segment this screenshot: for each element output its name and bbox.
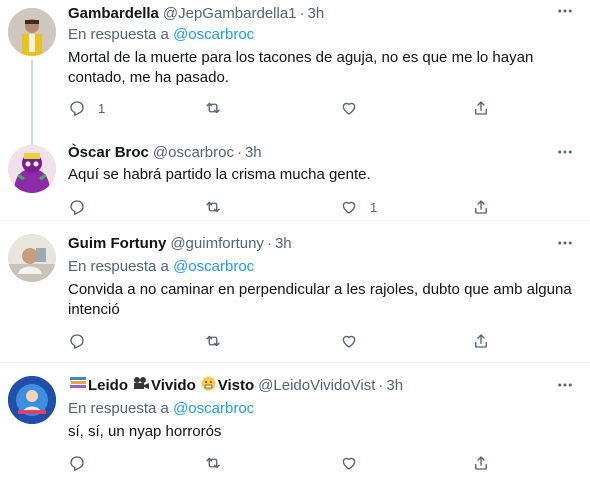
timestamp[interactable]: 3h — [275, 234, 292, 254]
grimacing-face-icon — [201, 376, 216, 397]
tweet-2[interactable]: Òscar Broc @oscarbroc · 3h Aquí se habrá… — [0, 135, 590, 221]
timestamp[interactable]: 3h — [308, 4, 325, 24]
author-name[interactable]: Gambardella — [68, 4, 159, 24]
more-dots-icon[interactable] — [556, 143, 574, 161]
tweet-4[interactable]: Leido Vivido Visto @LeidoVividoVist · 3h… — [0, 364, 590, 479]
reply-button[interactable] — [68, 197, 98, 217]
tweet-1[interactable]: Gambardella @JepGambardella1 · 3h En res… — [0, 0, 590, 135]
retweet-button[interactable] — [204, 197, 234, 217]
heart-icon — [342, 201, 356, 214]
mention-link[interactable]: @oscarbroc — [173, 258, 254, 275]
separator-dot: · — [236, 144, 242, 161]
like-button[interactable] — [340, 331, 370, 351]
like-button[interactable] — [340, 453, 370, 473]
retweet-icon — [206, 102, 220, 114]
tweet-text: Convida a no caminar en perpendicular a … — [68, 281, 572, 318]
avatar[interactable] — [8, 376, 56, 424]
reply-icon — [70, 200, 84, 216]
author-name[interactable]: Guim Fortuny — [68, 234, 166, 254]
retweet-button[interactable] — [204, 331, 234, 351]
action-bar: 1 — [68, 197, 498, 217]
mention-link[interactable]: @oscarbroc — [173, 400, 254, 417]
retweet-icon — [206, 335, 220, 347]
mention-link[interactable]: @oscarbroc — [173, 26, 254, 43]
movie-camera-icon — [133, 376, 149, 396]
heart-icon — [342, 335, 356, 348]
author-name-part[interactable]: Visto — [218, 376, 254, 396]
separator-dot: · — [299, 5, 305, 22]
reply-button[interactable] — [68, 453, 98, 473]
retweet-button[interactable] — [204, 98, 234, 118]
share-icon — [475, 456, 487, 470]
author-handle[interactable]: @LeidoVividoVist — [258, 376, 375, 396]
avatar[interactable] — [8, 8, 56, 56]
retweet-icon — [206, 201, 220, 213]
retweet-button[interactable] — [204, 453, 234, 473]
reply-context: En respuesta a @oscarbroc — [68, 399, 576, 419]
thread-line — [31, 60, 33, 135]
books-icon — [70, 376, 86, 396]
tweet-3[interactable]: Guim Fortuny @guimfortuny · 3h En respue… — [0, 222, 590, 363]
author-name[interactable]: Òscar Broc — [68, 143, 149, 163]
reply-prefix: En respuesta a — [68, 26, 169, 43]
avatar[interactable] — [8, 234, 56, 282]
like-button[interactable]: 1 — [340, 197, 377, 217]
reply-count: 1 — [98, 100, 106, 116]
reply-prefix: En respuesta a — [68, 400, 169, 417]
author-handle[interactable]: @oscarbroc — [153, 143, 234, 163]
share-icon — [475, 101, 487, 115]
tweet-text: sí, sí, un nyap horrorós — [68, 423, 222, 440]
reply-icon — [70, 334, 84, 350]
share-button[interactable] — [472, 98, 490, 118]
reply-prefix: En respuesta a — [68, 258, 169, 275]
reply-icon — [70, 456, 84, 472]
heart-icon — [342, 457, 356, 470]
share-icon — [475, 200, 487, 214]
reply-context: En respuesta a @oscarbroc — [68, 257, 576, 277]
reply-button[interactable]: 1 — [68, 98, 105, 118]
retweet-icon — [206, 457, 220, 469]
like-button[interactable] — [340, 98, 370, 118]
author-handle[interactable]: @JepGambardella1 — [163, 4, 297, 24]
heart-icon — [342, 102, 356, 115]
thread-line — [31, 135, 33, 145]
reply-button[interactable] — [68, 331, 98, 351]
separator-dot: · — [266, 235, 272, 252]
avatar[interactable] — [8, 145, 56, 193]
share-icon — [475, 334, 487, 348]
author-handle[interactable]: @guimfortuny — [170, 234, 264, 254]
more-dots-icon[interactable] — [556, 234, 574, 252]
reply-context: En respuesta a @oscarbroc — [68, 25, 576, 45]
share-button[interactable] — [472, 331, 490, 351]
share-button[interactable] — [472, 197, 490, 217]
like-count: 1 — [370, 199, 378, 215]
author-name-part[interactable]: Leido — [88, 376, 128, 396]
timestamp[interactable]: 3h — [245, 143, 262, 163]
reply-icon — [70, 101, 84, 117]
more-dots-icon[interactable] — [556, 376, 574, 394]
action-bar — [68, 331, 498, 351]
tweet-text: Mortal de la muerte para los tacones de … — [68, 49, 534, 86]
share-button[interactable] — [472, 453, 490, 473]
timestamp[interactable]: 3h — [386, 376, 403, 396]
action-bar — [68, 453, 498, 473]
author-name-part[interactable]: Vivido — [151, 376, 196, 396]
more-dots-icon[interactable] — [556, 2, 574, 20]
separator-dot: · — [378, 377, 384, 394]
tweet-text: Aquí se habrá partido la crisma mucha ge… — [68, 166, 371, 183]
action-bar: 1 — [68, 98, 498, 118]
